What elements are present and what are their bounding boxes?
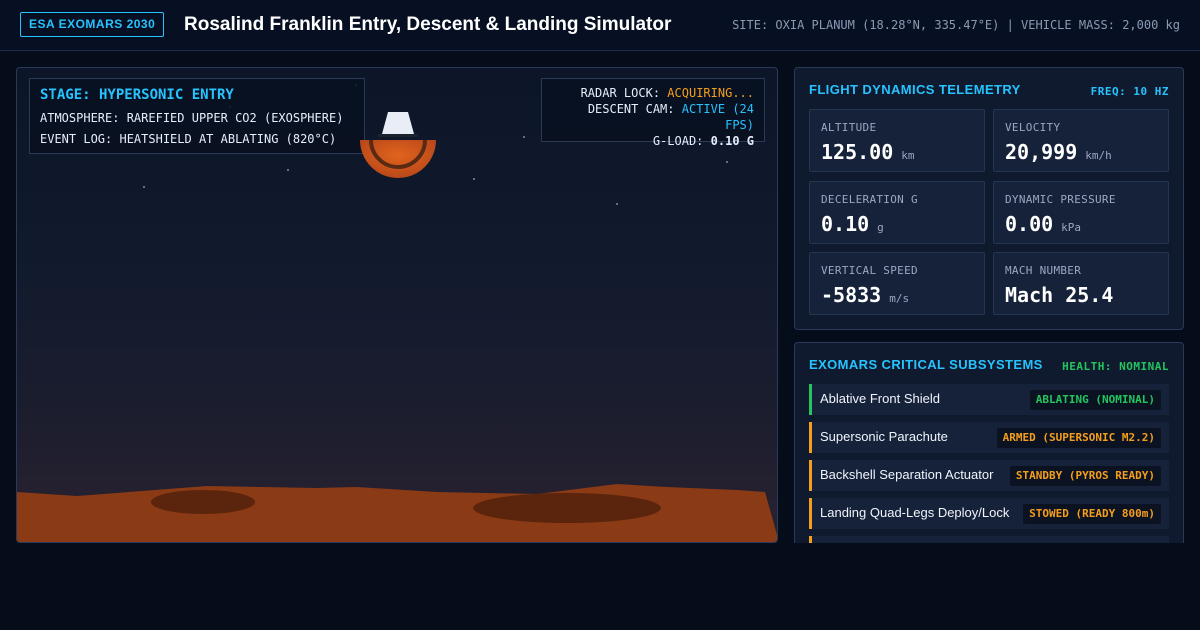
subsystem-row: Supersonic Parachute ARMED (SUPERSONIC M… xyxy=(809,422,1169,453)
descent-cam-label: DESCENT CAM: xyxy=(587,102,675,116)
metric-value: 0.10 g xyxy=(821,212,884,240)
subsystem-status-badge: ABLATING (NOMINAL) xyxy=(1029,390,1161,410)
subsystem-name: Backshell Separation Actuator xyxy=(820,467,994,482)
metric-value: -5833 m/s xyxy=(821,283,909,311)
subsystem-row-partial xyxy=(809,536,1169,543)
star xyxy=(473,178,475,180)
metric-unit: g xyxy=(877,221,884,234)
metric-mach-number: MACH NUMBER Mach 25.4 xyxy=(993,252,1169,315)
radar-lock-label: RADAR LOCK: xyxy=(580,86,661,100)
stage-readout: STAGE: HYPERSONIC ENTRY ATMOSPHERE: RARE… xyxy=(29,78,365,154)
star xyxy=(287,169,289,171)
event-log-label: EVENT LOG: HEATSHIELD AT ABLATING (820°C… xyxy=(40,132,337,146)
star xyxy=(523,136,525,138)
subsystem-row: Landing Quad-Legs Deploy/Lock STOWED (RE… xyxy=(809,498,1169,529)
metric-label: VERTICAL SPEED xyxy=(821,264,918,277)
metric-label: ALTITUDE xyxy=(821,121,877,134)
metric-number: 0.10 xyxy=(821,212,870,236)
radar-lock-value: ACQUIRING... xyxy=(667,86,754,100)
descent-viewport: STAGE: HYPERSONIC ENTRY ATMOSPHERE: RARE… xyxy=(16,67,778,543)
mars-terrain xyxy=(17,484,777,542)
subsystems-panel: EXOMARS CRITICAL SUBSYSTEMS HEALTH: NOMI… xyxy=(794,342,1184,543)
metric-altitude: ALTITUDE 125.00 km xyxy=(809,109,985,172)
metric-number: -5833 xyxy=(821,283,882,307)
sensor-readout: RADAR LOCK: ACQUIRING... DESCENT CAM: AC… xyxy=(541,78,765,148)
metric-deceleration: DECELERATION G 0.10 g xyxy=(809,181,985,244)
star xyxy=(616,203,618,205)
telemetry-title: FLIGHT DYNAMICS TELEMETRY xyxy=(809,82,1021,97)
metric-label: DECELERATION G xyxy=(821,193,918,206)
metric-value: 20,999 km/h xyxy=(1005,140,1112,168)
metric-label: VELOCITY xyxy=(1005,121,1061,134)
metric-number: 125.00 xyxy=(821,140,894,164)
g-load-line: G-LOAD: 0.10 G xyxy=(552,133,754,149)
metric-unit: km xyxy=(901,149,915,162)
metric-unit: m/s xyxy=(889,292,910,305)
metric-velocity: VELOCITY 20,999 km/h xyxy=(993,109,1169,172)
metric-vertical-speed: VERTICAL SPEED -5833 m/s xyxy=(809,252,985,315)
subsystem-status-badge: ARMED (SUPERSONIC M2.2) xyxy=(996,428,1161,448)
metric-number: 0.00 xyxy=(1005,212,1054,236)
star xyxy=(726,161,728,163)
subsystem-name: Supersonic Parachute xyxy=(820,429,948,444)
metric-label: DYNAMIC PRESSURE xyxy=(1005,193,1116,206)
subsystem-status-badge: STANDBY (PYROS READY) xyxy=(1009,466,1161,486)
metric-value: 125.00 km xyxy=(821,140,915,168)
metric-unit: km/h xyxy=(1085,149,1112,162)
descent-cam-value: ACTIVE (24 FPS) xyxy=(681,102,754,132)
subsystem-name: Landing Quad-Legs Deploy/Lock xyxy=(820,505,1010,520)
metric-value: Mach 25.4 xyxy=(1005,283,1113,307)
metric-dynamic-pressure: DYNAMIC PRESSURE 0.00 kPa xyxy=(993,181,1169,244)
health-status: HEALTH: NOMINAL xyxy=(1062,360,1169,373)
app-header: ESA EXOMARS 2030 Rosalind Franklin Entry… xyxy=(0,0,1200,51)
telemetry-frequency: FREQ: 10 HZ xyxy=(1090,85,1169,98)
subsystem-name: Ablative Front Shield xyxy=(820,391,940,406)
stage-label: STAGE: HYPERSONIC ENTRY xyxy=(40,87,234,103)
mission-badge: ESA EXOMARS 2030 xyxy=(20,12,165,37)
subsystem-status-badge: STOWED (READY 800m) xyxy=(1023,504,1161,524)
metric-label: MACH NUMBER xyxy=(1005,264,1082,277)
g-load-label: G-LOAD: xyxy=(652,134,704,148)
g-load-value: 0.10 G xyxy=(710,134,754,148)
metric-number: 20,999 xyxy=(1005,140,1078,164)
app-title: Rosalind Franklin Entry, Descent & Landi… xyxy=(184,14,672,35)
star xyxy=(143,186,145,188)
subsystem-row: Ablative Front Shield ABLATING (NOMINAL) xyxy=(809,384,1169,415)
atmosphere-label: ATMOSPHERE: RAREFIED UPPER CO2 (EXOSPHER… xyxy=(40,111,344,125)
telemetry-panel: FLIGHT DYNAMICS TELEMETRY FREQ: 10 HZ AL… xyxy=(794,67,1184,330)
entry-capsule-icon xyxy=(360,112,436,178)
site-info: SITE: OXIA PLANUM (18.28°N, 335.47°E) | … xyxy=(732,18,1180,32)
metric-value: 0.00 kPa xyxy=(1005,212,1081,240)
subsystems-title: EXOMARS CRITICAL SUBSYSTEMS xyxy=(809,357,1043,372)
metric-unit: kPa xyxy=(1061,221,1082,234)
radar-lock-line: RADAR LOCK: ACQUIRING... xyxy=(552,85,754,101)
subsystem-row: Backshell Separation Actuator STANDBY (P… xyxy=(809,460,1169,491)
metric-number: Mach 25.4 xyxy=(1005,283,1114,307)
descent-cam-line: DESCENT CAM: ACTIVE (24 FPS) xyxy=(552,101,754,133)
